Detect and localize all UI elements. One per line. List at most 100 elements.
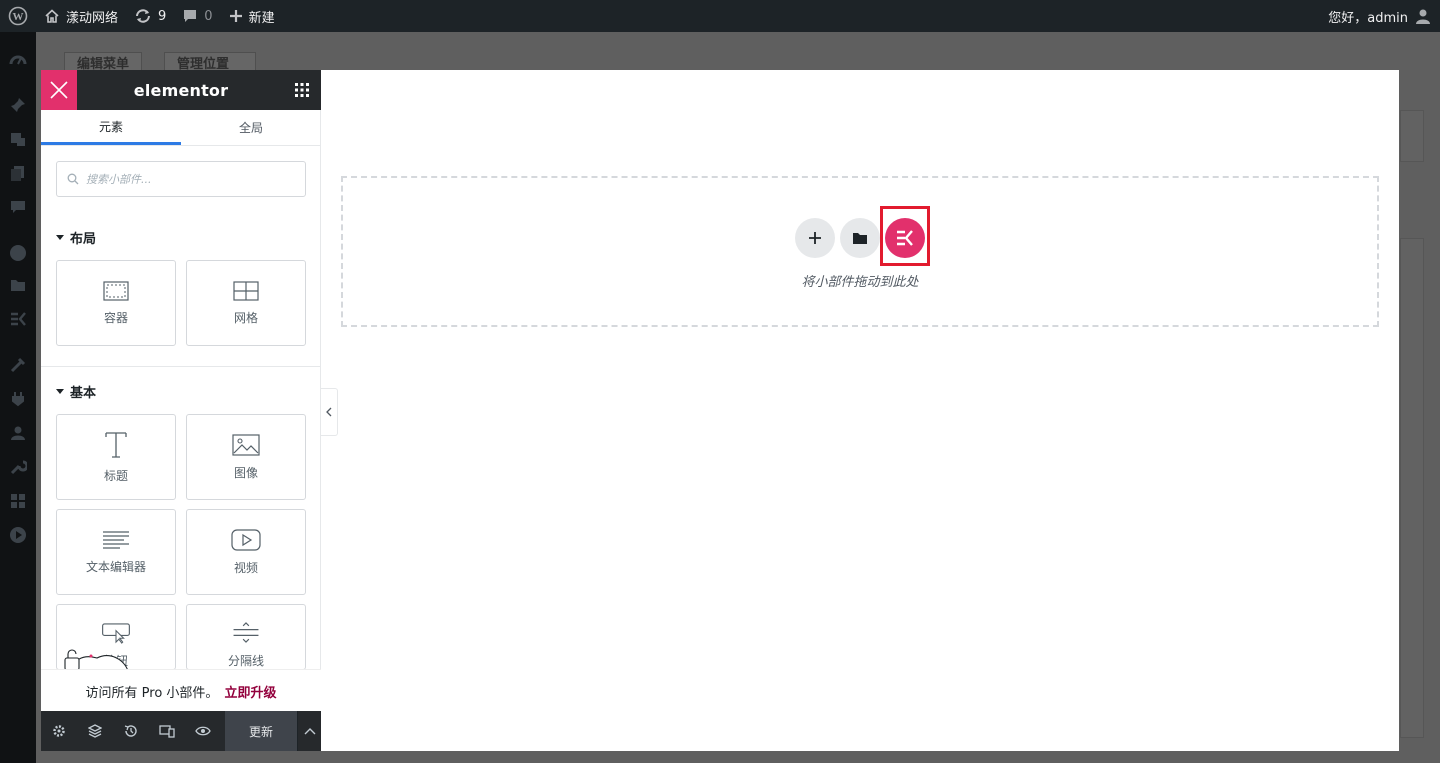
- layers-icon: [88, 724, 102, 738]
- widget-heading[interactable]: 标题: [56, 414, 176, 500]
- updates-icon: [136, 9, 151, 23]
- drop-zone[interactable]: 将小部件拖动到此处: [341, 176, 1379, 327]
- chevron-left-icon: [326, 407, 332, 417]
- video-menu-icon[interactable]: [9, 526, 27, 544]
- widget-search[interactable]: [56, 161, 306, 197]
- widget-image[interactable]: 图像: [186, 414, 306, 500]
- widget-text-editor[interactable]: 文本编辑器: [56, 509, 176, 595]
- widget-label: 文本编辑器: [85, 559, 146, 574]
- elementor-logo: elementor: [133, 80, 229, 100]
- comment-icon: [184, 10, 197, 22]
- text-editor-icon: [103, 530, 129, 549]
- chevron-up-icon: [304, 728, 315, 735]
- widget-label: 标题: [103, 468, 128, 483]
- navigator-button[interactable]: [77, 711, 113, 751]
- widget-label: 分隔线: [227, 654, 264, 668]
- search-icon: [67, 173, 79, 185]
- upgrade-link[interactable]: 立即升级: [224, 682, 276, 701]
- eye-icon: [195, 726, 211, 736]
- plus-icon: [809, 232, 821, 244]
- settings-button[interactable]: [41, 711, 77, 751]
- history-button[interactable]: [113, 711, 149, 751]
- updates-link[interactable]: 9: [126, 0, 174, 32]
- dashboard-icon[interactable]: [9, 52, 27, 70]
- widget-container[interactable]: 容器: [56, 260, 176, 346]
- close-button[interactable]: [41, 70, 77, 110]
- heading-icon: [105, 431, 127, 458]
- highlight-box: [880, 206, 930, 266]
- history-icon: [124, 725, 137, 737]
- video-icon: [231, 528, 261, 551]
- tab-global[interactable]: 全局: [181, 110, 321, 145]
- add-section-button[interactable]: [795, 218, 835, 258]
- gear-icon: [53, 725, 65, 737]
- panel-tabs: 元素 全局: [41, 110, 321, 146]
- devices-icon: [159, 725, 175, 738]
- add-template-button[interactable]: [840, 218, 880, 258]
- comments-count: 0: [204, 8, 213, 24]
- media-icon[interactable]: [9, 130, 27, 148]
- responsive-mode-button[interactable]: [149, 711, 185, 751]
- widget-label: 图像: [233, 465, 258, 480]
- site-name-link[interactable]: 漾动网络: [36, 0, 126, 32]
- plugins-icon[interactable]: [9, 390, 27, 408]
- category-layout-header[interactable]: 布局: [56, 228, 96, 247]
- svg-text:W: W: [13, 11, 24, 23]
- new-label: 新建: [248, 10, 275, 26]
- wp-admin-menu: [0, 32, 36, 763]
- category-title: 布局: [70, 232, 97, 247]
- settings-menu-icon[interactable]: [9, 492, 27, 510]
- caret-down-icon: [56, 235, 64, 240]
- close-icon: [50, 81, 68, 99]
- pages-icon[interactable]: [9, 164, 27, 182]
- site-name: 漾动网络: [66, 10, 119, 26]
- widget-label: 网格: [233, 310, 258, 325]
- pin-icon[interactable]: [9, 96, 27, 114]
- templates-icon[interactable]: [9, 276, 27, 294]
- my-account-link[interactable]: 您好，admin: [1320, 0, 1440, 32]
- widget-divider[interactable]: 分隔线: [186, 604, 306, 670]
- greeting: 您好，admin: [1328, 10, 1408, 26]
- user-avatar-icon: [1416, 9, 1430, 24]
- preview-button[interactable]: [185, 711, 221, 751]
- collapse-panel-button[interactable]: [321, 388, 338, 436]
- promo-text: 访问所有 Pro 小部件。: [85, 685, 219, 701]
- caret-down-icon: [56, 389, 64, 394]
- wordpress-icon: W: [8, 6, 28, 26]
- apps-grid-icon: [295, 83, 309, 97]
- background-box: [1400, 110, 1424, 162]
- category-basic-header[interactable]: 基本: [56, 382, 96, 401]
- widget-video[interactable]: 视频: [186, 509, 306, 595]
- elementor-editor: elementor 元素 全局 布局 容器: [41, 70, 1399, 751]
- button-icon: [102, 623, 130, 644]
- category-title: 基本: [70, 386, 97, 401]
- users-icon[interactable]: [9, 424, 27, 442]
- home-icon: [45, 9, 59, 23]
- tab-elements[interactable]: 元素: [41, 110, 181, 145]
- divider-icon: [233, 622, 259, 643]
- appearance-icon[interactable]: [9, 356, 27, 374]
- elementor-menu-icon[interactable]: [9, 244, 27, 262]
- wordpress-logo[interactable]: W: [0, 0, 36, 32]
- elementor-kit-icon[interactable]: [9, 310, 27, 328]
- background-box: [1400, 238, 1424, 738]
- admin-bar: W 漾动网络 9 0 新建 您好，admin: [0, 0, 1440, 32]
- folder-icon: [853, 233, 867, 244]
- elementor-panel: elementor 元素 全局 布局 容器: [41, 70, 321, 751]
- update-button[interactable]: 更新: [225, 711, 297, 751]
- new-content-link[interactable]: 新建: [221, 0, 283, 32]
- category-divider: [41, 366, 321, 367]
- pro-promo-bar: 访问所有 Pro 小部件。 立即升级: [41, 670, 321, 712]
- image-icon: [232, 433, 260, 456]
- save-options-button[interactable]: [297, 711, 321, 751]
- updates-count: 9: [158, 8, 167, 24]
- widgets-menu-button[interactable]: [295, 83, 309, 101]
- search-input[interactable]: [86, 172, 286, 186]
- comments-link[interactable]: 0: [174, 0, 220, 32]
- widget-grid[interactable]: 网格: [186, 260, 306, 346]
- tools-icon[interactable]: [9, 458, 27, 476]
- drop-hint-text: 将小部件拖动到此处: [801, 275, 919, 290]
- comments-menu-icon[interactable]: [9, 198, 27, 216]
- panel-footer: 更新: [41, 711, 321, 751]
- plus-icon: [229, 10, 242, 22]
